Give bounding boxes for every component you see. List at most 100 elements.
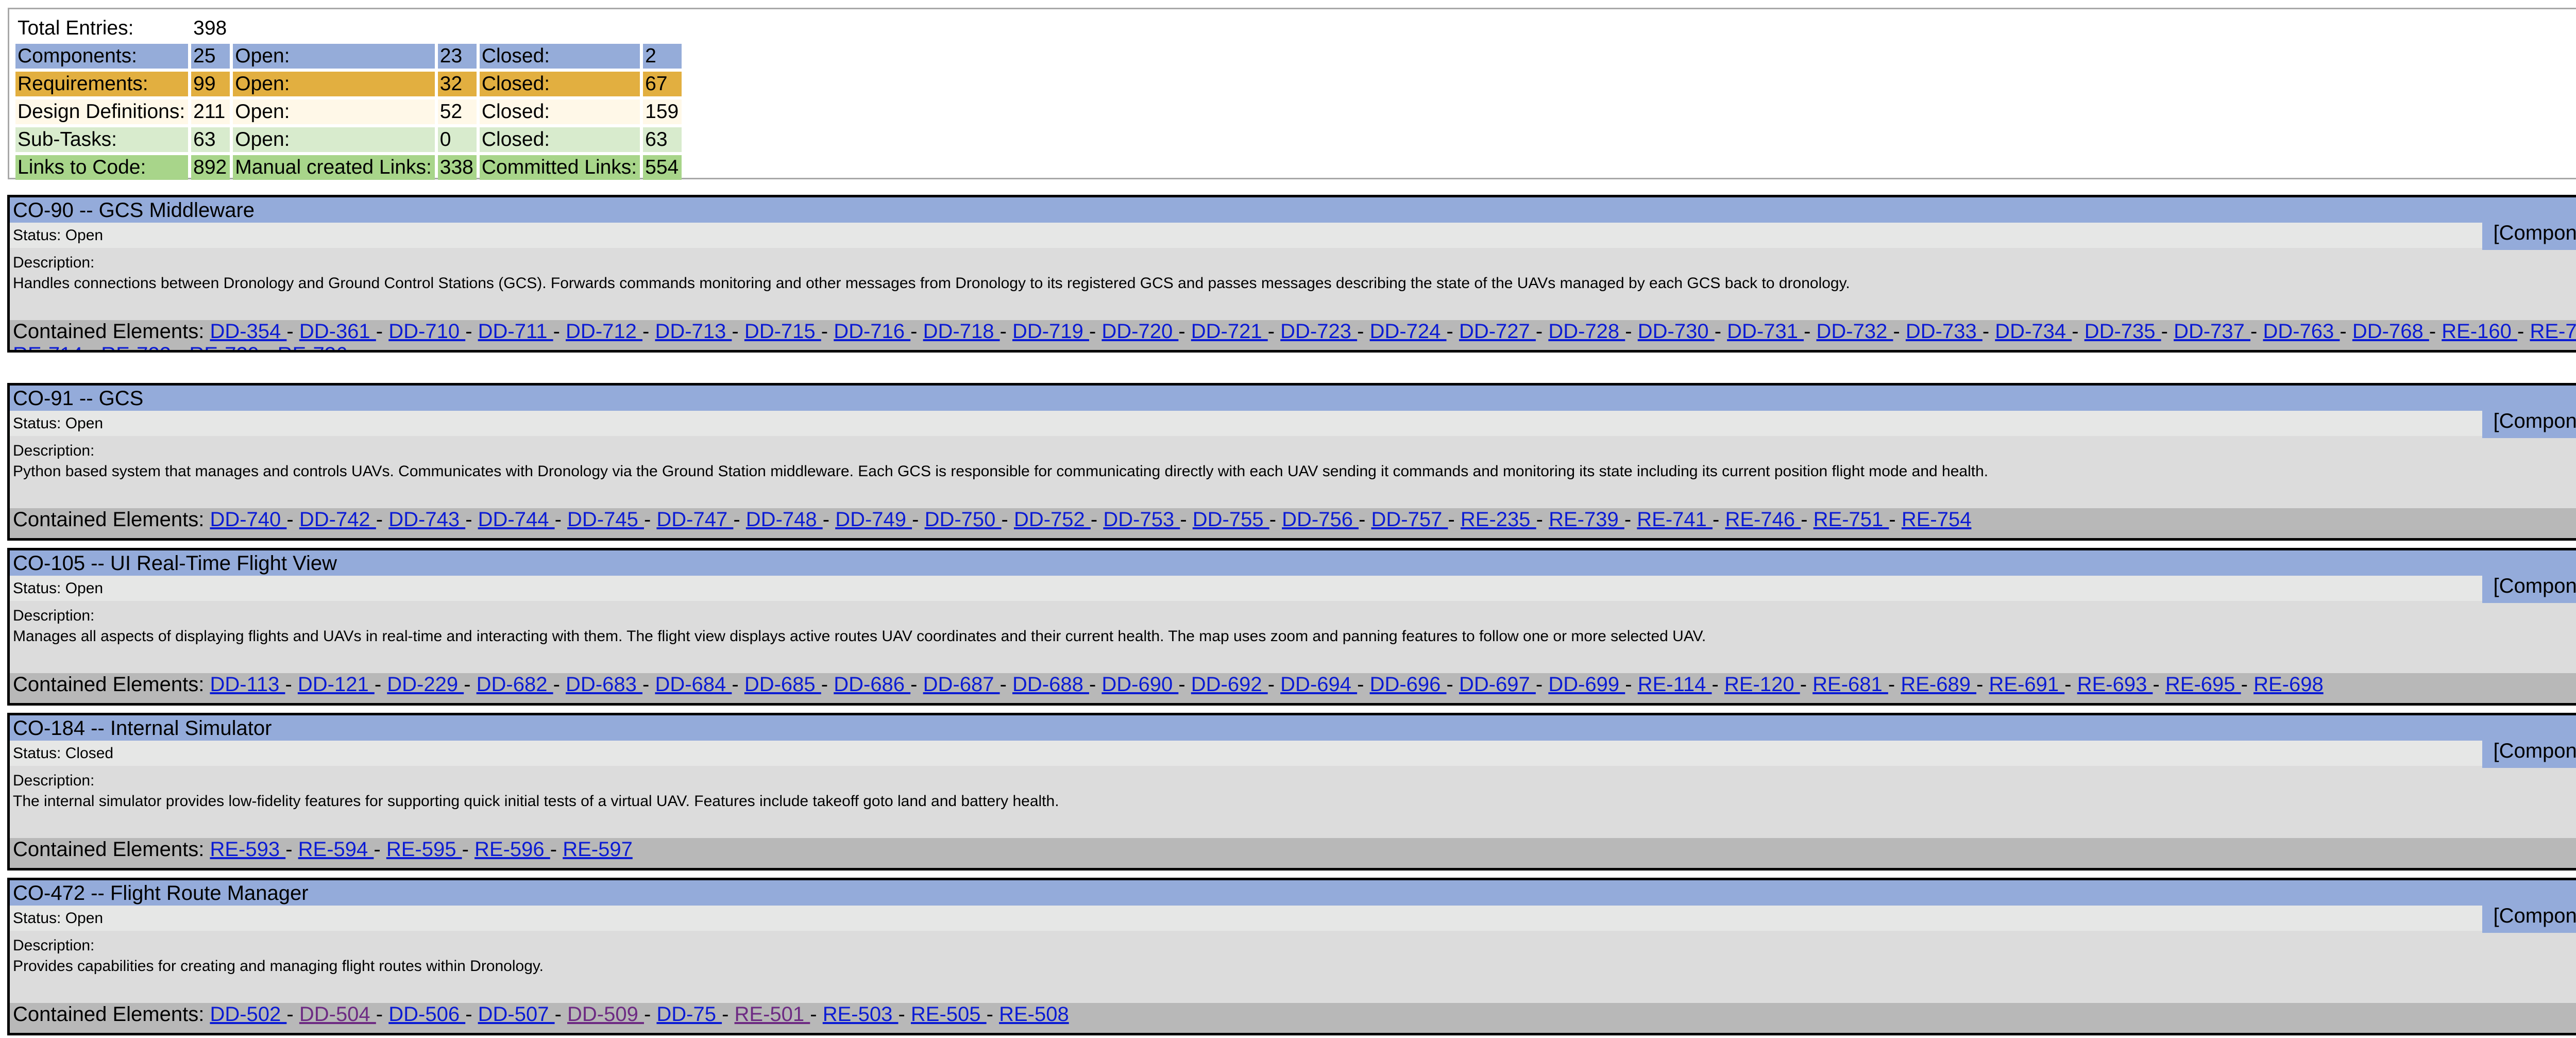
- element-link-re-729[interactable]: RE-729: [189, 343, 265, 350]
- element-link-dd-682[interactable]: DD-682: [477, 673, 553, 696]
- element-link-re-505[interactable]: RE-505: [911, 1003, 987, 1026]
- element-link-re-120[interactable]: RE-120: [1724, 673, 1800, 696]
- element-link-dd-75[interactable]: DD-75: [656, 1003, 722, 1026]
- element-link-dd-763[interactable]: DD-763: [2263, 320, 2340, 343]
- element-link-re-709[interactable]: RE-709: [2530, 320, 2576, 343]
- element-link-dd-756[interactable]: DD-756: [1282, 508, 1359, 531]
- element-link-dd-750[interactable]: DD-750: [925, 508, 1002, 531]
- element-link-dd-506[interactable]: DD-506: [388, 1003, 465, 1026]
- element-separator: -: [810, 1003, 823, 1026]
- element-link-dd-757[interactable]: DD-757: [1371, 508, 1448, 531]
- element-link-re-689[interactable]: RE-689: [1901, 673, 1976, 696]
- element-link-dd-732[interactable]: DD-732: [1817, 320, 1893, 343]
- element-link-re-746[interactable]: RE-746: [1725, 508, 1801, 531]
- element-link-re-503[interactable]: RE-503: [823, 1003, 899, 1026]
- element-link-dd-712[interactable]: DD-712: [566, 320, 642, 343]
- element-link-dd-509[interactable]: DD-509: [567, 1003, 644, 1026]
- element-link-re-508[interactable]: RE-508: [999, 1003, 1069, 1026]
- element-link-re-693[interactable]: RE-693: [2077, 673, 2153, 696]
- element-link-dd-710[interactable]: DD-710: [388, 320, 465, 343]
- element-link-re-594[interactable]: RE-594: [298, 838, 374, 861]
- element-separator: -: [2340, 320, 2352, 343]
- element-link-dd-361[interactable]: DD-361: [299, 320, 376, 343]
- element-link-dd-724[interactable]: DD-724: [1370, 320, 1447, 343]
- element-link-dd-504[interactable]: DD-504: [299, 1003, 376, 1026]
- element-link-re-596[interactable]: RE-596: [474, 838, 550, 861]
- element-link-dd-737[interactable]: DD-737: [2174, 320, 2250, 343]
- element-link-re-754[interactable]: RE-754: [1902, 508, 1972, 531]
- element-link-dd-734[interactable]: DD-734: [1995, 320, 2072, 343]
- element-link-re-114[interactable]: RE-114: [1638, 673, 1712, 696]
- element-link-re-722[interactable]: RE-722: [101, 343, 177, 350]
- element-link-dd-752[interactable]: DD-752: [1014, 508, 1091, 531]
- element-link-dd-688[interactable]: DD-688: [1012, 673, 1089, 696]
- element-link-dd-690[interactable]: DD-690: [1101, 673, 1178, 696]
- element-link-re-235[interactable]: RE-235: [1461, 508, 1536, 531]
- element-link-re-736[interactable]: RE-736: [278, 343, 348, 350]
- element-link-re-595[interactable]: RE-595: [386, 838, 462, 861]
- element-link-dd-683[interactable]: DD-683: [566, 673, 642, 696]
- element-link-dd-728[interactable]: DD-728: [1548, 320, 1625, 343]
- contained-elements-list: Contained Elements: DD-113 - DD-121 - DD…: [13, 673, 2576, 696]
- component-type-badge: [Component]: [2482, 899, 2576, 933]
- element-link-re-593[interactable]: RE-593: [210, 838, 285, 861]
- element-link-dd-711[interactable]: DD-711: [478, 320, 553, 343]
- element-link-re-160[interactable]: RE-160: [2442, 320, 2517, 343]
- element-link-dd-694[interactable]: DD-694: [1280, 673, 1357, 696]
- element-link-dd-735[interactable]: DD-735: [2084, 320, 2161, 343]
- element-link-dd-753[interactable]: DD-753: [1103, 508, 1180, 531]
- element-link-dd-507[interactable]: DD-507: [478, 1003, 555, 1026]
- element-link-dd-733[interactable]: DD-733: [1906, 320, 1982, 343]
- element-link-dd-692[interactable]: DD-692: [1191, 673, 1268, 696]
- element-link-dd-730[interactable]: DD-730: [1638, 320, 1715, 343]
- element-link-re-597[interactable]: RE-597: [563, 838, 633, 861]
- element-link-dd-715[interactable]: DD-715: [744, 320, 821, 343]
- element-link-dd-740[interactable]: DD-740: [210, 508, 286, 531]
- element-link-re-739[interactable]: RE-739: [1549, 508, 1624, 531]
- element-link-re-501[interactable]: RE-501: [735, 1003, 810, 1026]
- element-link-dd-697[interactable]: DD-697: [1459, 673, 1536, 696]
- element-link-dd-748[interactable]: DD-748: [746, 508, 823, 531]
- element-link-dd-121[interactable]: DD-121: [298, 673, 375, 696]
- element-link-dd-716[interactable]: DD-716: [834, 320, 910, 343]
- element-link-dd-718[interactable]: DD-718: [923, 320, 1000, 343]
- element-link-dd-747[interactable]: DD-747: [656, 508, 733, 531]
- element-link-re-714[interactable]: RE-714: [13, 343, 89, 350]
- element-link-re-751[interactable]: RE-751: [1814, 508, 1889, 531]
- element-link-dd-684[interactable]: DD-684: [655, 673, 732, 696]
- element-link-dd-749[interactable]: DD-749: [835, 508, 912, 531]
- summary-count: 25: [191, 44, 230, 69]
- component-description: Provides capabilities for creating and m…: [13, 958, 544, 975]
- element-link-dd-685[interactable]: DD-685: [744, 673, 821, 696]
- element-link-dd-744[interactable]: DD-744: [478, 508, 555, 531]
- element-link-re-691[interactable]: RE-691: [1989, 673, 2065, 696]
- element-link-dd-727[interactable]: DD-727: [1459, 320, 1536, 343]
- element-link-re-695[interactable]: RE-695: [2165, 673, 2241, 696]
- element-link-dd-745[interactable]: DD-745: [567, 508, 644, 531]
- element-separator: -: [912, 508, 925, 531]
- element-link-dd-742[interactable]: DD-742: [299, 508, 376, 531]
- element-link-dd-723[interactable]: DD-723: [1280, 320, 1357, 343]
- element-link-dd-731[interactable]: DD-731: [1727, 320, 1804, 343]
- element-link-dd-755[interactable]: DD-755: [1193, 508, 1269, 531]
- element-link-dd-721[interactable]: DD-721: [1191, 320, 1268, 343]
- element-link-dd-113[interactable]: DD-113: [210, 673, 285, 696]
- summary-closed-label: Closed:: [479, 99, 640, 124]
- element-link-re-698[interactable]: RE-698: [2253, 673, 2324, 696]
- element-link-dd-229[interactable]: DD-229: [387, 673, 464, 696]
- element-link-dd-354[interactable]: DD-354: [210, 320, 286, 343]
- element-link-dd-713[interactable]: DD-713: [655, 320, 732, 343]
- element-link-dd-768[interactable]: DD-768: [2352, 320, 2429, 343]
- element-link-dd-686[interactable]: DD-686: [834, 673, 910, 696]
- element-link-dd-687[interactable]: DD-687: [923, 673, 1000, 696]
- component-status-bar: Status: Open: [10, 576, 2576, 601]
- element-link-dd-699[interactable]: DD-699: [1548, 673, 1625, 696]
- element-link-dd-719[interactable]: DD-719: [1012, 320, 1089, 343]
- contained-elements: Contained Elements: DD-740 - DD-742 - DD…: [10, 508, 2576, 538]
- element-link-dd-502[interactable]: DD-502: [210, 1003, 286, 1026]
- element-link-re-741[interactable]: RE-741: [1637, 508, 1713, 531]
- element-link-dd-696[interactable]: DD-696: [1370, 673, 1447, 696]
- element-link-dd-720[interactable]: DD-720: [1101, 320, 1178, 343]
- element-link-dd-743[interactable]: DD-743: [388, 508, 465, 531]
- element-link-re-681[interactable]: RE-681: [1812, 673, 1888, 696]
